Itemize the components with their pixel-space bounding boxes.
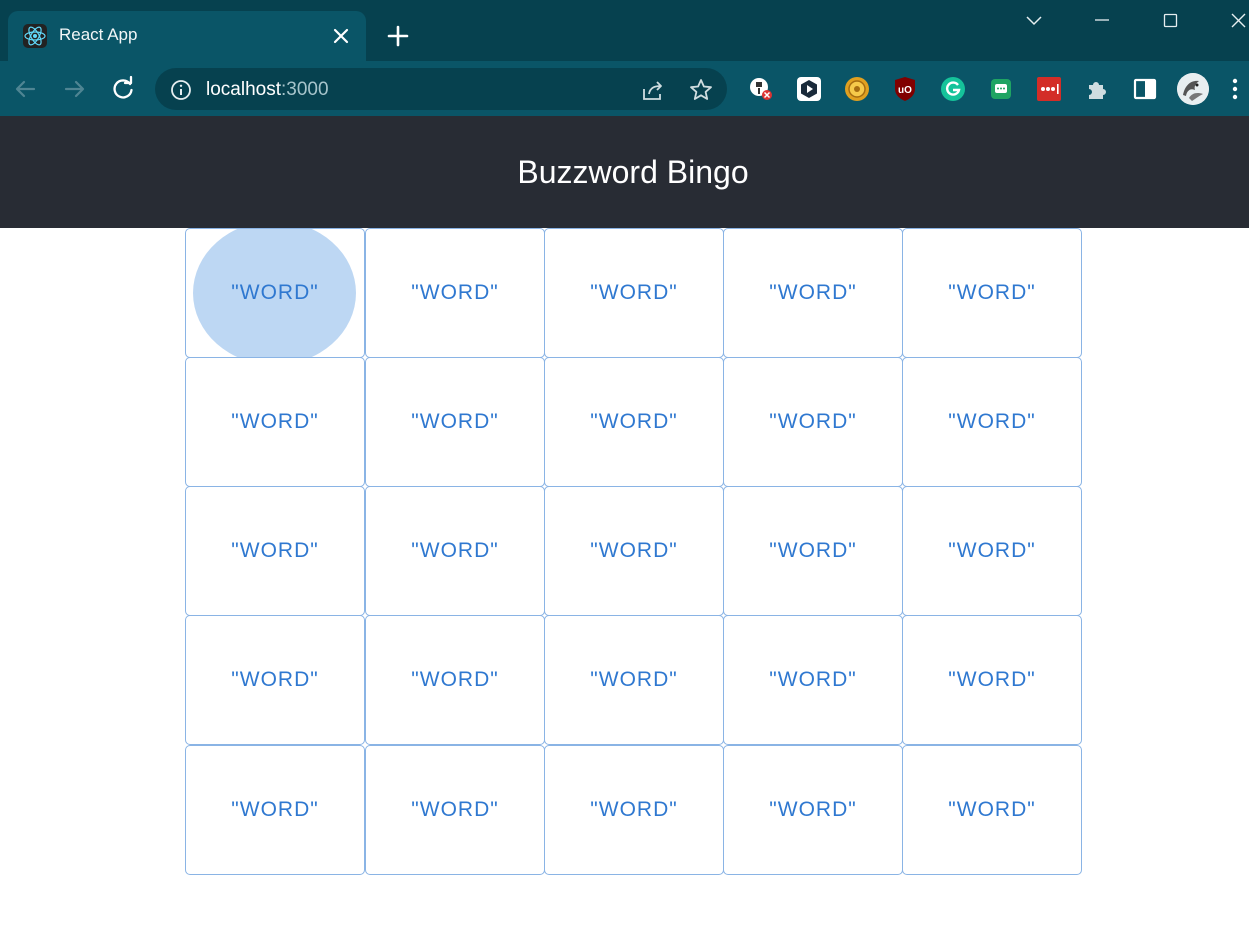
bingo-cell-word: "WORD"	[590, 410, 678, 433]
forward-arrow-icon[interactable]	[60, 75, 88, 103]
bingo-cell-word: "WORD"	[948, 668, 1036, 691]
bingo-cell-word: "WORD"	[948, 281, 1036, 304]
bingo-cell[interactable]: "WORD"	[365, 486, 545, 616]
bingo-cell[interactable]: "WORD"	[902, 228, 1082, 358]
bingo-cell-word: "WORD"	[231, 539, 319, 562]
play-extension-icon[interactable]	[796, 76, 822, 102]
url-port: :3000	[281, 79, 329, 100]
bingo-cell[interactable]: "WORD"	[723, 615, 903, 745]
bingo-cell[interactable]: "WORD"	[902, 357, 1082, 487]
bingo-cell[interactable]: "WORD"	[723, 357, 903, 487]
close-tab-icon[interactable]	[328, 23, 354, 49]
bingo-cell[interactable]: "WORD"	[185, 357, 365, 487]
grammarly-extension-icon[interactable]	[940, 76, 966, 102]
bingo-cell-word: "WORD"	[231, 798, 319, 821]
bingo-cell[interactable]: "WORD"	[902, 745, 1082, 875]
bingo-cell-word: "WORD"	[769, 539, 857, 562]
coin-extension-icon[interactable]	[844, 76, 870, 102]
bookmark-star-icon[interactable]	[688, 77, 714, 103]
svg-text:uO: uO	[898, 85, 912, 96]
bingo-cell-word: "WORD"	[948, 539, 1036, 562]
bingo-cell-word: "WORD"	[231, 281, 319, 304]
bingo-cell[interactable]: "WORD"	[544, 357, 724, 487]
bingo-cell[interactable]: "WORD"	[723, 745, 903, 875]
profile-avatar[interactable]	[1177, 73, 1209, 105]
bingo-cell-word: "WORD"	[590, 798, 678, 821]
tab-title: React App	[59, 25, 138, 44]
ublock-extension-icon[interactable]: uO	[892, 76, 918, 102]
react-logo-icon	[23, 24, 47, 48]
share-icon[interactable]	[640, 77, 666, 103]
bingo-cell[interactable]: "WORD"	[544, 615, 724, 745]
bingo-cell-word: "WORD"	[411, 539, 499, 562]
bingo-cell-word: "WORD"	[411, 281, 499, 304]
bingo-cell[interactable]: "WORD"	[185, 486, 365, 616]
tab-search-chevron-down-icon[interactable]	[1019, 6, 1049, 36]
bingo-cell-word: "WORD"	[411, 798, 499, 821]
bingo-cell[interactable]: "WORD"	[902, 486, 1082, 616]
bingo-cell-word: "WORD"	[948, 410, 1036, 433]
bingo-cell[interactable]: "WORD"	[365, 357, 545, 487]
password-extension-icon[interactable]	[1036, 76, 1062, 102]
new-tab-plus-icon[interactable]	[383, 21, 413, 51]
bingo-cell-word: "WORD"	[769, 668, 857, 691]
bingo-cell[interactable]: "WORD"	[544, 745, 724, 875]
side-panel-icon[interactable]	[1132, 76, 1158, 102]
bingo-cell-word: "WORD"	[769, 281, 857, 304]
back-arrow-icon[interactable]	[12, 75, 40, 103]
page-title: Buzzword Bingo	[517, 154, 749, 190]
browser-menu-dots-icon[interactable]	[1228, 75, 1242, 103]
bingo-cell-word: "WORD"	[590, 281, 678, 304]
maximize-window-icon[interactable]	[1156, 6, 1186, 36]
bingo-cell[interactable]: "WORD"	[723, 486, 903, 616]
bingo-cell[interactable]: "WORD"	[544, 486, 724, 616]
browser-tab[interactable]: React App	[8, 11, 366, 61]
bingo-cell-word: "WORD"	[769, 410, 857, 433]
bingo-cell-word: "WORD"	[590, 539, 678, 562]
app-header: Buzzword Bingo	[0, 116, 1249, 228]
browser-title-bar: React App	[0, 0, 1249, 61]
puzzle-extensions-icon[interactable]	[1084, 76, 1110, 102]
site-info-icon[interactable]	[170, 79, 192, 101]
bingo-cell-word: "WORD"	[231, 410, 319, 433]
minimize-window-icon[interactable]	[1087, 6, 1117, 36]
url-text: localhost:3000	[206, 79, 329, 101]
bingo-cell-word: "WORD"	[411, 410, 499, 433]
bingo-cell-word: "WORD"	[948, 798, 1036, 821]
browser-toolbar: localhost:3000 uO	[0, 61, 1249, 116]
bingo-cell[interactable]: "WORD"	[544, 228, 724, 358]
bingo-cell[interactable]: "WORD"	[723, 228, 903, 358]
url-host: localhost	[206, 79, 281, 100]
bingo-cell-word: "WORD"	[231, 668, 319, 691]
bingo-cell[interactable]: "WORD"	[185, 745, 365, 875]
bingo-cell[interactable]: "WORD"	[365, 615, 545, 745]
bingo-cell-word: "WORD"	[769, 798, 857, 821]
bingo-cell[interactable]: "WORD"	[365, 745, 545, 875]
bingo-cell-word: "WORD"	[411, 668, 499, 691]
close-window-icon[interactable]	[1224, 6, 1249, 36]
bingo-board: "WORD" "WORD" "WORD" "WORD" "WORD" "WORD" "WOR…	[185, 228, 1082, 875]
bingo-cell[interactable]: "WORD"	[902, 615, 1082, 745]
bingo-cell[interactable]: "WORD"	[185, 615, 365, 745]
address-bar[interactable]: localhost:3000	[155, 68, 727, 110]
reload-icon[interactable]	[109, 75, 137, 103]
bingo-cell[interactable]: "WORD"	[185, 228, 365, 358]
chat-extension-icon[interactable]	[988, 76, 1014, 102]
bingo-cell[interactable]: "WORD"	[365, 228, 545, 358]
bingo-cell-word: "WORD"	[590, 668, 678, 691]
blocker-extension-icon[interactable]	[748, 76, 774, 102]
